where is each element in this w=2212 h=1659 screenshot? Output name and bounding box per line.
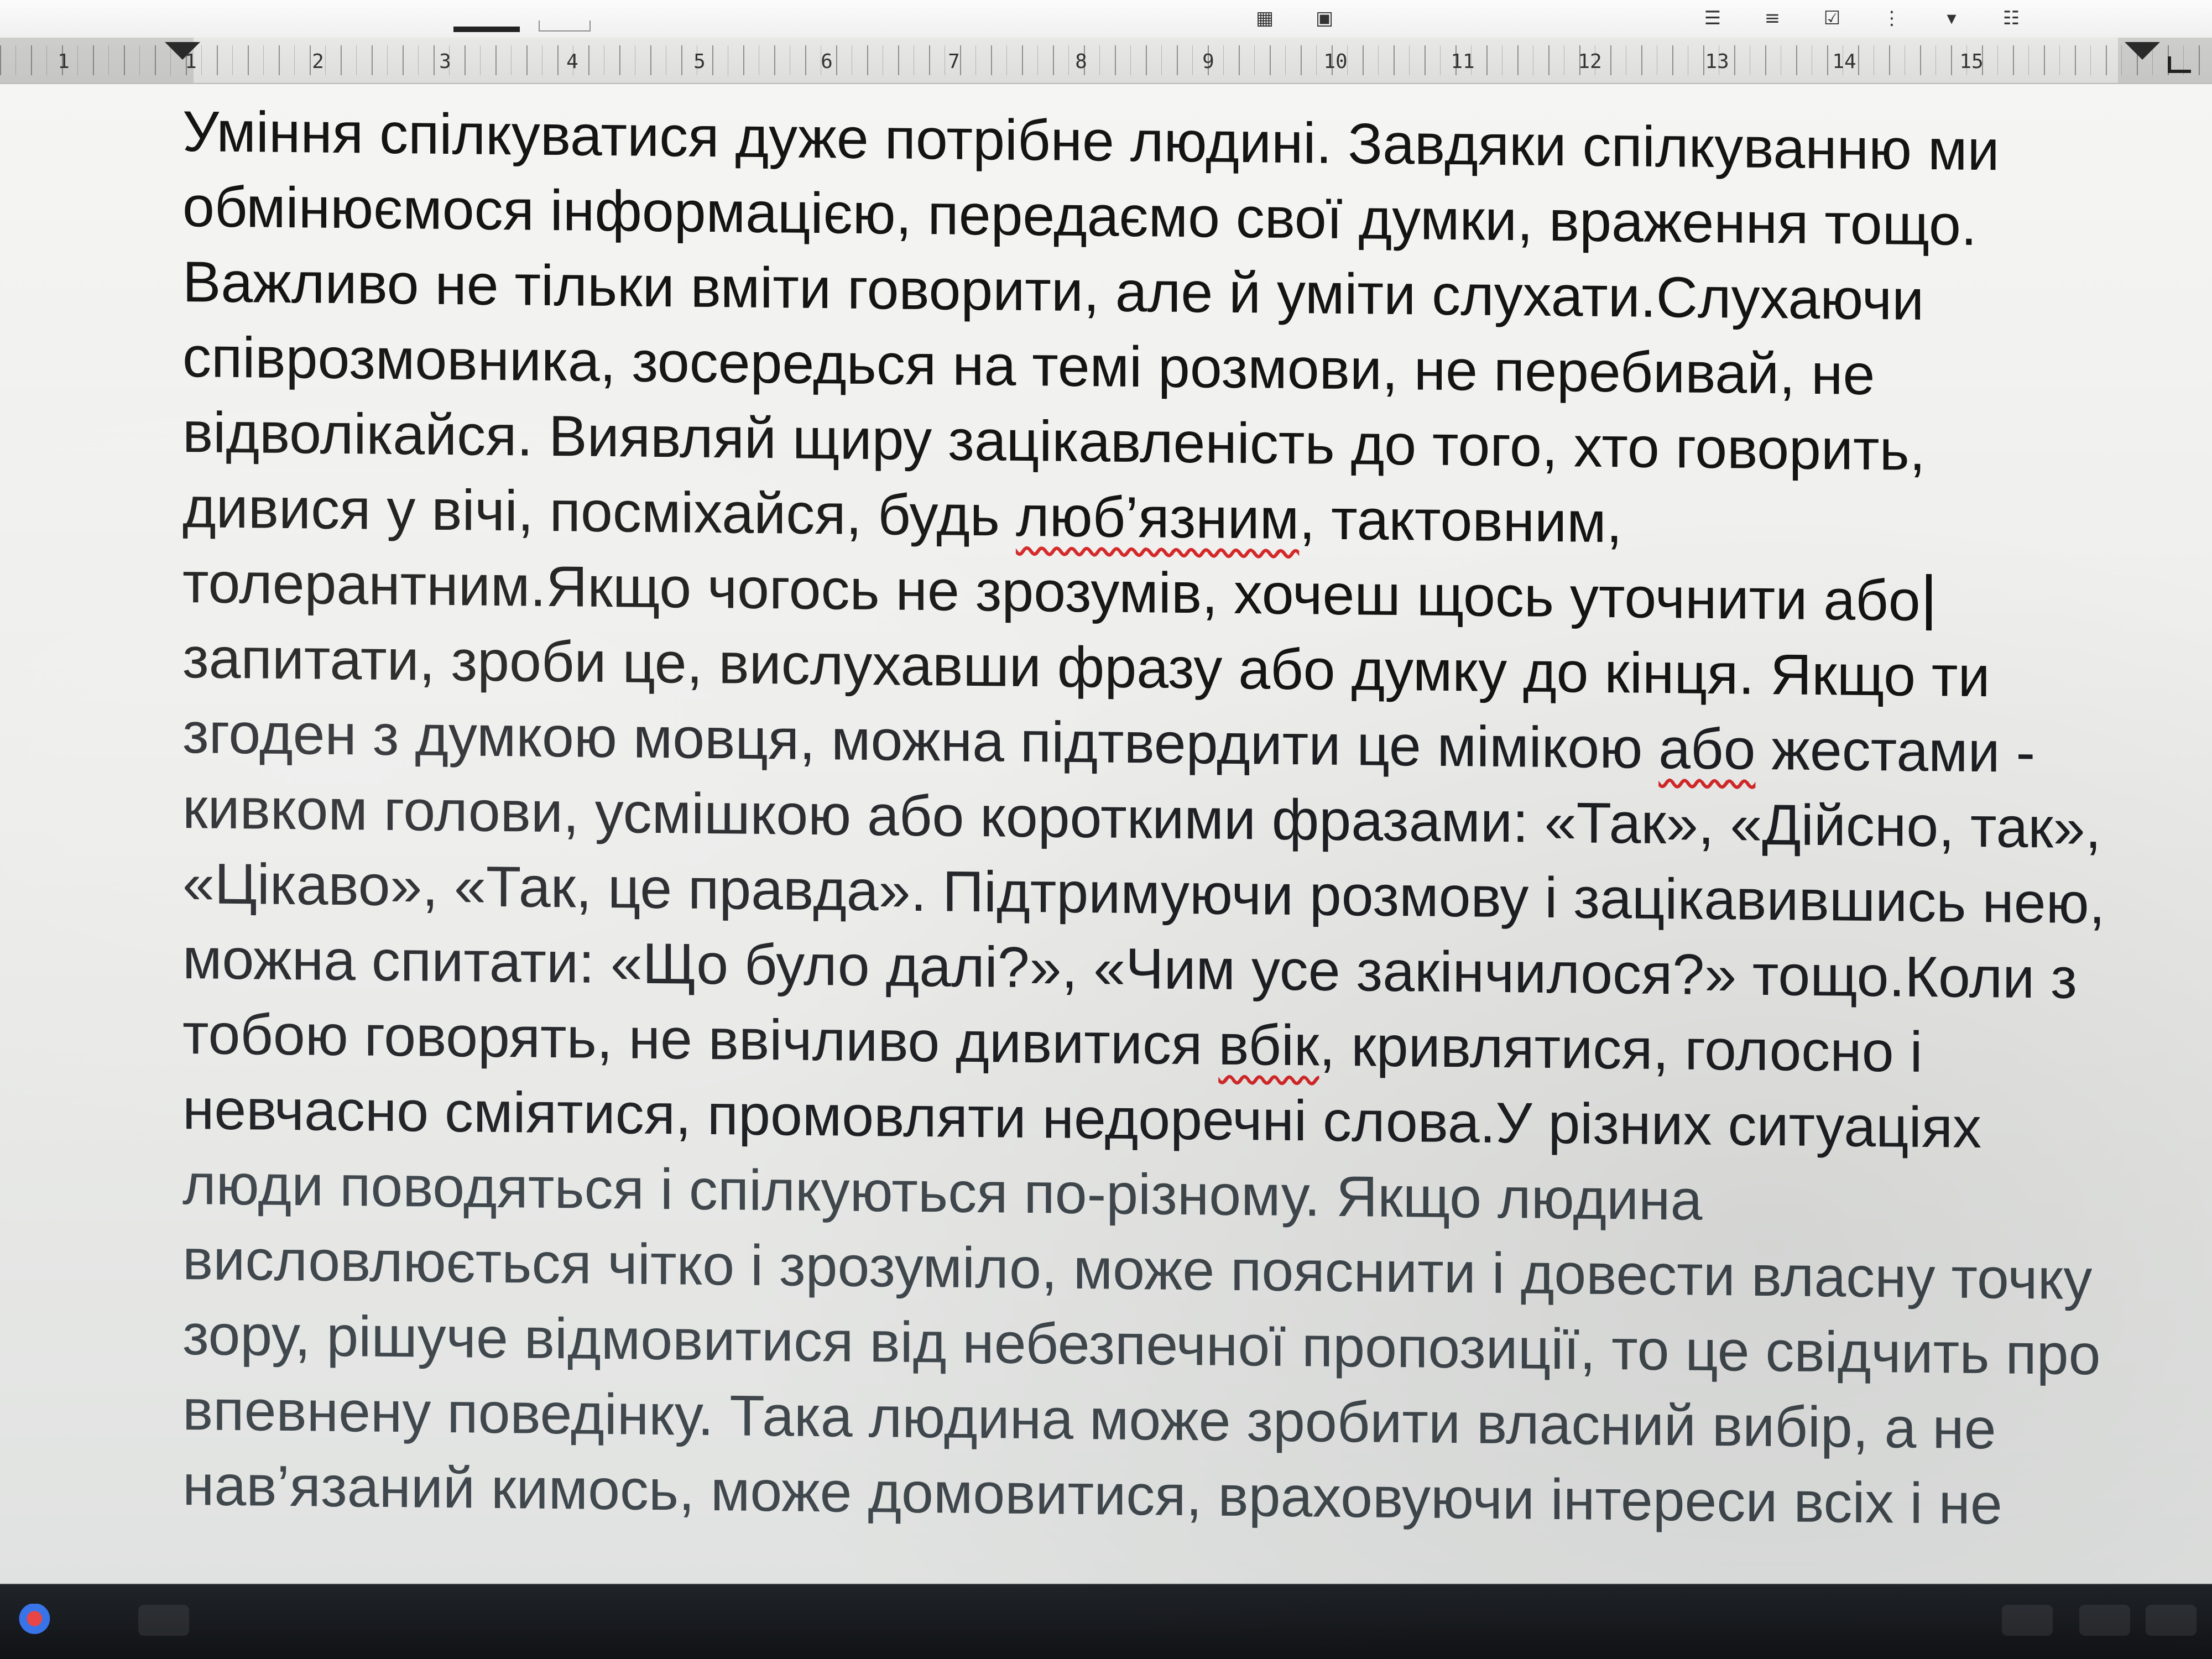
line-spacing-icon[interactable]: ☰: [1692, 7, 1733, 30]
text-before-spelling-flag: дивися у вічі, посміхайся, будь: [182, 476, 1016, 549]
ruler-numbers: 1 1 2 3 4 5 6 7 8 9 10 11 12 13 14 15: [0, 50, 2212, 73]
spelling-flagged-word[interactable]: люб’язним: [1016, 484, 1299, 551]
ruler-number: 1: [58, 50, 70, 73]
text-before-spelling-flag: тобою говорять, не ввічливо дивитися: [182, 1002, 1219, 1077]
ruler-number: 10: [1323, 50, 1348, 73]
ruler-number: 4: [566, 50, 578, 73]
ruler-number: 2: [312, 50, 324, 73]
text-before-caret: толерантним.Якщо чогось не зрозумів, хоч…: [182, 551, 1921, 633]
word-processor-window: ▦ ▣ ☰ ≡ ☑ ⋮ ▾ ☷ 1 1 2 3 4 5 6 7 8 9 10 1…: [0, 0, 2212, 1659]
format-line-icon[interactable]: [453, 18, 520, 32]
ruler-number: 11: [1451, 50, 1475, 73]
ruler-number: 12: [1578, 50, 1602, 73]
dropdown-arrow-icon[interactable]: ▾: [1931, 7, 1972, 30]
ruler-number: 5: [693, 50, 706, 73]
table-icon[interactable]: ▦: [1244, 7, 1285, 30]
ruler-number: 9: [1202, 50, 1214, 73]
toolbar-paragraph-group: ☰ ≡ ☑ ⋮ ▾ ☷: [1692, 0, 2032, 36]
text-after-spelling-flag: жестами -: [1755, 717, 2036, 785]
network-icon[interactable]: [2079, 1605, 2130, 1636]
bulleted-list-icon[interactable]: ⋮: [1871, 7, 1912, 30]
toolbar: ▦ ▣ ☰ ≡ ☑ ⋮ ▾ ☷: [0, 0, 2212, 39]
volume-icon[interactable]: [2146, 1605, 2197, 1636]
ruler-number: 15: [1959, 50, 1984, 73]
text-after-spelling-flag: , кривлятися, голосно і: [1319, 1014, 1923, 1084]
ruler-number: 6: [821, 50, 833, 73]
horizontal-ruler[interactable]: 1 1 2 3 4 5 6 7 8 9 10 11 12 13 14 15: [0, 38, 2212, 84]
spelling-flagged-word[interactable]: або: [1658, 717, 1755, 782]
ruler-number: 8: [1075, 50, 1087, 73]
underline-color-icon[interactable]: [539, 20, 591, 32]
multilevel-list-icon[interactable]: ☷: [1991, 7, 2032, 30]
taskbar: [0, 1584, 2212, 1659]
toolbar-format-group: [453, 0, 591, 36]
text-after-spelling-flag: , тактовним,: [1299, 487, 1623, 555]
app-icon[interactable]: [138, 1605, 189, 1636]
text-cursor-icon: [1926, 574, 1932, 631]
ruler-number: 13: [1705, 50, 1729, 73]
toolbar-table-group: ▦ ▣: [1244, 0, 1345, 36]
text-before-spelling-flag: згоден з думкою мовця, можна підтвердити…: [182, 701, 1659, 781]
spelling-flagged-word[interactable]: вбік: [1218, 1013, 1319, 1078]
bordered-box-icon[interactable]: ▣: [1304, 7, 1345, 30]
ruler-number: 7: [948, 50, 960, 73]
ruler-number: 3: [439, 50, 451, 73]
numbered-list-icon[interactable]: ≡: [1752, 7, 1793, 30]
windows-start-icon[interactable]: [15, 1604, 63, 1637]
ruler-number: 14: [1832, 50, 1856, 73]
system-icon[interactable]: [2002, 1605, 2053, 1636]
document-body[interactable]: Уміння спілкуватися дуже потрібне людині…: [182, 94, 2118, 1543]
ruler-number: 1: [185, 50, 197, 73]
checklist-icon[interactable]: ☑: [1812, 7, 1853, 30]
document-page[interactable]: Уміння спілкуватися дуже потрібне людині…: [182, 94, 2118, 1587]
